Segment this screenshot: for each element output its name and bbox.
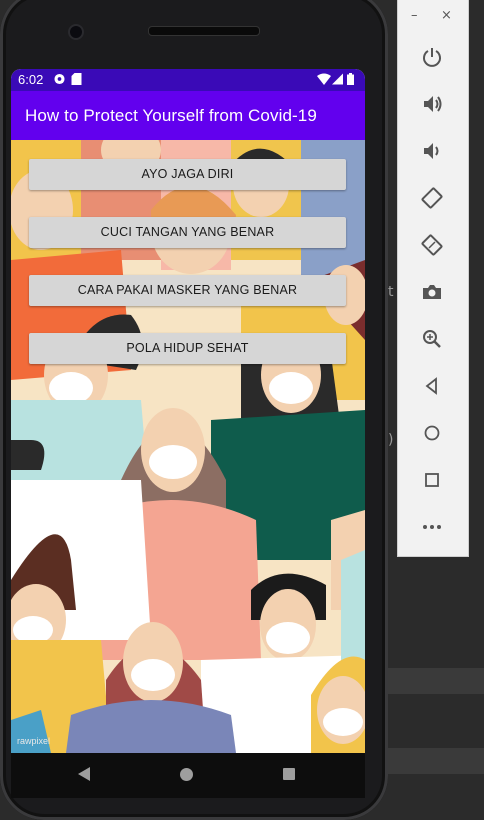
ide-text-fragment: ): [388, 432, 394, 448]
front-camera: [68, 24, 84, 40]
sd-card-icon: [71, 73, 82, 85]
ide-row: [388, 668, 484, 694]
cara-pakai-masker-button[interactable]: CARA PAKAI MASKER YANG BENAR: [29, 275, 346, 306]
rotate-left-icon[interactable]: [419, 185, 445, 211]
notification-icon: [54, 73, 65, 85]
ide-row: [388, 748, 484, 774]
minimize-button[interactable]: –: [411, 8, 418, 23]
wifi-icon: [317, 73, 331, 85]
cuci-tangan-button[interactable]: CUCI TANGAN YANG BENAR: [29, 217, 346, 248]
watermark: rawpixel: [17, 736, 51, 746]
back-triangle-icon[interactable]: [419, 373, 445, 399]
recents-icon[interactable]: [283, 768, 295, 780]
status-bar: 6:02: [11, 69, 365, 91]
app-title: How to Protect Yourself from Covid-19: [25, 106, 317, 125]
more-options-icon[interactable]: [419, 514, 445, 540]
home-circle-icon[interactable]: [419, 420, 445, 446]
rotate-right-icon[interactable]: [419, 232, 445, 258]
navigation-bar: [11, 753, 365, 798]
overview-square-icon[interactable]: [419, 467, 445, 493]
zoom-icon[interactable]: [419, 326, 445, 352]
back-icon[interactable]: [78, 767, 90, 781]
app-bar: How to Protect Yourself from Covid-19: [11, 91, 365, 140]
pola-hidup-sehat-button[interactable]: POLA HIDUP SEHAT: [29, 333, 346, 364]
home-icon[interactable]: [180, 768, 193, 781]
camera-icon[interactable]: [419, 279, 445, 305]
ayo-jaga-diri-button[interactable]: AYO JAGA DIRI: [29, 159, 346, 190]
battery-icon: [347, 73, 354, 85]
power-icon[interactable]: [419, 44, 445, 70]
phone-screen: 6:02 How to Protect Yourself from Covid-…: [11, 69, 365, 753]
close-button[interactable]: ×: [441, 8, 452, 23]
volume-up-icon[interactable]: [419, 91, 445, 117]
emulator-toolbar: – ×: [397, 0, 469, 557]
content-area: AYO JAGA DIRI CUCI TANGAN YANG BENAR CAR…: [11, 140, 365, 753]
status-time: 6:02: [18, 72, 44, 87]
earpiece-speaker: [148, 26, 260, 36]
ide-text-fragment: t: [388, 284, 394, 300]
signal-icon: [332, 73, 343, 85]
volume-down-icon[interactable]: [419, 138, 445, 164]
